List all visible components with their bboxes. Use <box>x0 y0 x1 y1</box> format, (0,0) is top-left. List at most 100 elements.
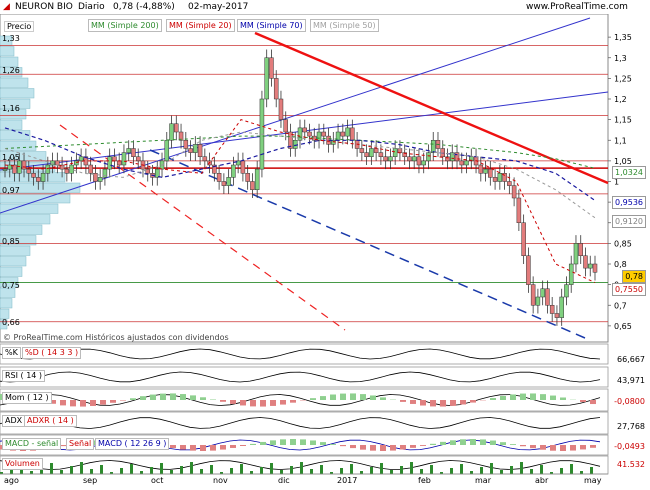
volume-bar <box>560 468 563 474</box>
legend-mm20[interactable]: MM (Simple 20) <box>166 19 235 32</box>
indicator-histogram-bar <box>340 445 346 447</box>
indicator-histogram-bar <box>460 439 466 445</box>
indicator-histogram-bar <box>100 400 106 405</box>
candle <box>283 119 288 133</box>
candle <box>40 173 46 182</box>
legend-mm50[interactable]: MM (Simple 50) <box>310 19 379 32</box>
candle <box>559 296 564 318</box>
volume-bar <box>310 469 313 474</box>
adx-label[interactable]: ADX <box>2 415 26 427</box>
candle <box>126 148 131 153</box>
indicator-histogram-bar <box>400 445 406 450</box>
candle <box>64 168 70 174</box>
candle <box>55 160 60 166</box>
candle <box>430 140 436 153</box>
x-tick: sep <box>83 476 98 485</box>
header-bar: ◢ NEURON BIO Diario 0,78 (-4,88%) 02-may… <box>0 0 650 14</box>
candle <box>516 197 522 223</box>
y-tick-label: 1,3 <box>614 54 627 63</box>
volume-bar <box>460 464 463 474</box>
indicator-histogram-bar <box>400 400 406 402</box>
indicator-histogram-bar <box>560 445 566 451</box>
candle <box>231 164 236 178</box>
candle <box>216 173 222 182</box>
indicator-histogram-bar <box>440 441 446 445</box>
indicator-histogram-bar <box>230 445 236 448</box>
volume-bar <box>520 462 523 474</box>
indicator-histogram-bar <box>140 396 146 400</box>
candle <box>273 78 279 100</box>
volume-bar <box>500 470 503 474</box>
volume-bar <box>260 467 263 474</box>
stoch-value: 66,667 <box>616 355 646 365</box>
indicator-histogram-bar <box>220 400 226 402</box>
candle <box>511 185 517 199</box>
adx-value: 27,768 <box>616 422 646 432</box>
indicator-histogram-bar <box>470 439 476 445</box>
legend-mm200[interactable]: MM (Simple 200) <box>88 19 162 32</box>
candle <box>578 243 583 256</box>
volume-label[interactable]: Volumen <box>2 458 43 470</box>
last-price: 0,78 (-4,88%) <box>113 2 175 12</box>
candle <box>26 168 32 174</box>
volume-bar <box>590 467 593 474</box>
legend-mm70[interactable]: MM (Simple 70) <box>237 19 306 32</box>
indicator-histogram-bar <box>520 445 526 447</box>
badge-last: 0,78 <box>622 270 646 283</box>
indicator-histogram-bar <box>420 400 426 406</box>
x-tick: ago <box>4 476 19 485</box>
candle <box>340 131 346 137</box>
volume-profile-bar <box>0 298 13 309</box>
candle <box>2 168 8 171</box>
y-tick-label: 0,85 <box>614 239 632 248</box>
candle <box>407 156 412 162</box>
volume-value: 41.532 <box>616 460 646 470</box>
candle <box>254 168 260 190</box>
indicator-histogram-bar <box>320 396 326 400</box>
candle <box>350 127 355 141</box>
volume-bar <box>200 469 203 474</box>
candle <box>416 156 422 166</box>
candle <box>535 296 541 306</box>
candle <box>112 156 117 162</box>
macd-signal-label[interactable]: Señal <box>66 438 95 450</box>
indicator-histogram-bar <box>130 398 136 400</box>
indicator-histogram-bar <box>270 440 276 445</box>
indicator-histogram-bar <box>350 393 356 400</box>
candle <box>540 288 545 298</box>
candle <box>250 181 255 190</box>
indicator-histogram-bar <box>570 445 576 451</box>
candle <box>521 222 526 256</box>
candle <box>264 57 269 100</box>
adxr-label[interactable]: ADXR ( 14 ) <box>24 415 77 427</box>
indicator-histogram-bar <box>470 400 476 403</box>
volume-profile-bar <box>0 77 29 88</box>
volume-bar <box>360 471 363 474</box>
rsi-label[interactable]: RSI ( 14 ) <box>2 370 46 382</box>
profile-label: 1,16 <box>2 104 20 113</box>
candle <box>573 243 579 265</box>
macd-hist-label[interactable]: MACD - señal <box>2 438 62 450</box>
indicator-histogram-bar <box>490 440 496 445</box>
indicator-histogram-bar <box>420 445 426 446</box>
stoch-d-label[interactable]: %D ( 14 3 3 ) <box>22 347 82 359</box>
candle <box>454 152 460 162</box>
volume-bar <box>470 471 473 474</box>
indicator-histogram-bar <box>510 444 516 445</box>
candle <box>78 156 84 162</box>
badge-mm50: 0,9120 <box>612 215 646 228</box>
profile-label: 0,75 <box>2 281 20 290</box>
volume-profile-bar <box>0 46 15 57</box>
indicator-histogram-bar <box>410 400 416 404</box>
mom-label[interactable]: Mom ( 12 ) <box>2 392 52 404</box>
candle <box>269 57 274 79</box>
candle <box>302 127 308 133</box>
trend-icon: ◢ <box>3 2 10 12</box>
macd-label[interactable]: MACD ( 12 26 9 ) <box>95 438 170 450</box>
candle <box>369 148 374 157</box>
candle <box>392 148 398 157</box>
indicator-histogram-bar <box>580 445 586 450</box>
indicator-histogram-bar <box>170 445 176 449</box>
indicator-histogram-bar <box>550 395 556 400</box>
stoch-k-label[interactable]: %K <box>2 347 21 359</box>
